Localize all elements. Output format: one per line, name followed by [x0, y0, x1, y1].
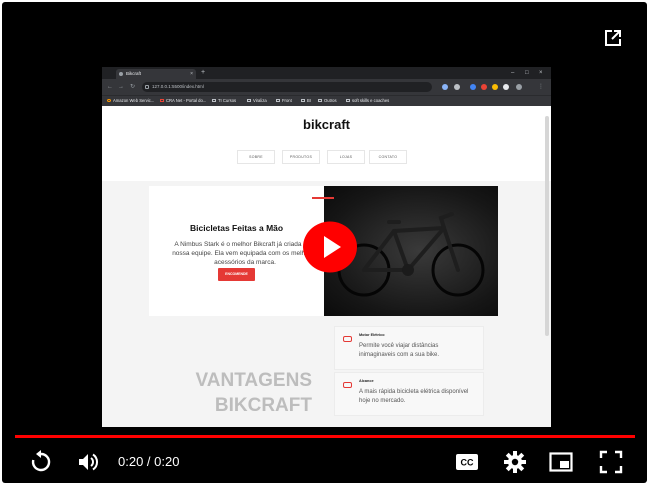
- url-field: 127.0.0.1:5500/index.html: [142, 82, 432, 92]
- bookmark-star-icon: [454, 84, 460, 90]
- order-button: ENCOMENDE: [218, 268, 255, 281]
- extension-icon: [470, 84, 476, 90]
- bookmark-item: BI: [301, 96, 311, 106]
- feature-title: Alcance: [359, 379, 374, 383]
- feature-card: Alcance A mais rápida bicicleta elétrica…: [334, 372, 484, 416]
- play-icon[interactable]: [302, 221, 358, 273]
- url-text: 127.0.0.1:5500/index.html: [152, 84, 204, 89]
- menu-item-sobre: SOBRE: [237, 150, 275, 164]
- feature-title: Motor Elétrico: [359, 333, 385, 337]
- extension-icon: [492, 84, 498, 90]
- browser-tab-title: Bikcraft: [126, 71, 142, 76]
- feature-text: A mais rápida bicicleta elétrica disponí…: [359, 389, 469, 404]
- bookmark-item: Front: [276, 96, 292, 106]
- popout-icon[interactable]: [601, 26, 625, 50]
- bookmark-item: Amazon Web Servic...: [107, 96, 154, 106]
- extension-icon: [442, 84, 448, 90]
- fullscreen-icon[interactable]: [598, 449, 624, 475]
- bookmark-item: CRA Net - Portal do...: [160, 96, 206, 106]
- extension-icon: [503, 84, 509, 90]
- browser-address-bar: ← → ↻ 127.0.0.1:5500/index.html ⋮: [102, 79, 551, 95]
- hero-title: Bicicletas Feitas a Mão: [190, 223, 284, 233]
- site-logo: bikcraft: [303, 117, 350, 132]
- site-info-icon: [145, 85, 149, 89]
- favicon-icon: [119, 72, 123, 76]
- browser-tab-bar: Bikcraft × + – □ ×: [102, 67, 551, 79]
- svg-text:CC: CC: [461, 458, 474, 468]
- page-scrollbar: [545, 116, 549, 336]
- site-header: bikcraft SOBRE PRODUTOS LOJAS CONTATO: [102, 106, 551, 181]
- time-display: 0:20 / 0:20: [118, 454, 180, 469]
- menu-item-lojas: LOJAS: [327, 150, 365, 164]
- bookmarks-bar: Amazon Web Servic... CRA Net - Portal do…: [102, 95, 551, 106]
- extension-icon: [481, 84, 487, 90]
- bookmark-item: Outros: [318, 96, 337, 106]
- video-player[interactable]: Bikcraft × + – □ × ← → ↻ 127.0.0.1:5500/…: [2, 2, 647, 483]
- hero-text: A Nimbus Stark é o melhor Bikcraft já cr…: [172, 241, 318, 266]
- reload-icon: ↻: [130, 84, 136, 90]
- bookmark-item: Viraliza: [247, 96, 267, 106]
- section-title: VANTAGENS BIKCRAFT: [195, 370, 312, 416]
- close-tab-icon: ×: [190, 71, 193, 77]
- menu-item-produtos: PRODUTOS: [282, 150, 320, 164]
- feature-text: Permite você viajar distâncias inimagina…: [359, 343, 440, 358]
- volume-icon[interactable]: [75, 449, 101, 475]
- bookmark-item: soft skills e coaches: [346, 96, 389, 106]
- captions-icon[interactable]: CC: [454, 449, 480, 475]
- close-window-icon: ×: [539, 70, 543, 76]
- hero-accent-line: [312, 197, 334, 199]
- browser-menu-icon: ⋮: [538, 84, 544, 90]
- progress-track[interactable]: [15, 435, 635, 438]
- menu-item-contato: CONTATO: [369, 150, 407, 164]
- progress-bar: [15, 435, 635, 438]
- settings-icon[interactable]: [502, 449, 528, 475]
- bookmark-item: TI Cursos: [212, 96, 236, 106]
- replay-icon[interactable]: [28, 449, 54, 475]
- feature-card: Motor Elétrico Permite você viajar distâ…: [334, 326, 484, 370]
- back-icon: ←: [107, 84, 113, 90]
- range-icon: [343, 382, 352, 388]
- browser-tab: Bikcraft ×: [116, 69, 196, 79]
- new-tab-icon: +: [201, 69, 206, 76]
- motor-icon: [343, 336, 352, 342]
- profile-icon: [516, 84, 522, 90]
- miniplayer-icon[interactable]: [548, 449, 574, 475]
- minimize-icon: –: [511, 70, 515, 76]
- forward-icon: →: [118, 84, 124, 90]
- maximize-icon: □: [525, 70, 529, 76]
